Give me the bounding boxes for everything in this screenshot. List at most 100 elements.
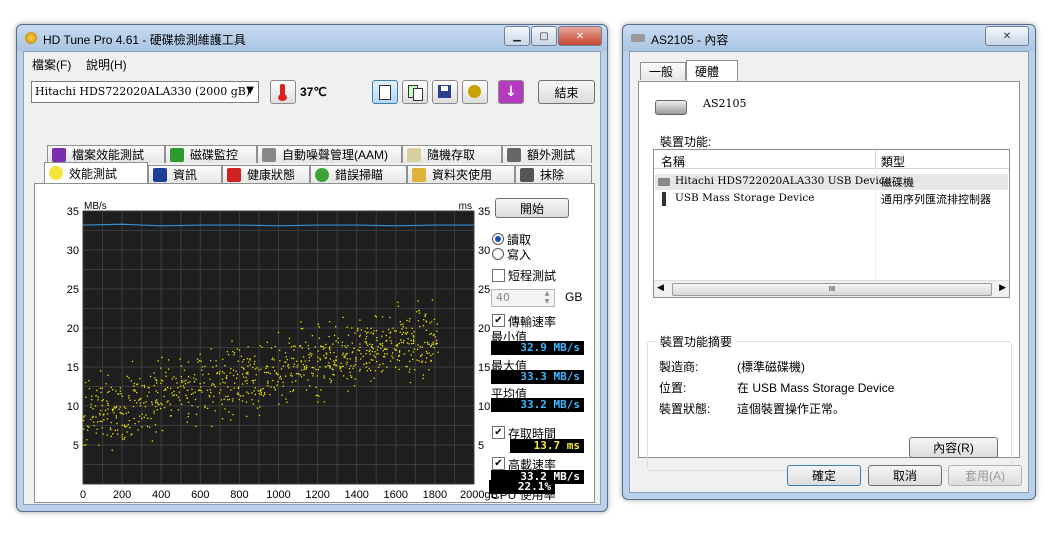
transfer-rate-checkbox[interactable]: ✔ <box>492 314 505 327</box>
scatter-point <box>245 376 247 379</box>
list-row-selected[interactable]: Hitachi HDS722020ALA330 USB Device 磁碟機 <box>655 174 1008 190</box>
scatter-point <box>183 387 185 389</box>
scatter-point <box>95 395 97 397</box>
scatter-point <box>351 351 353 354</box>
scatter-point <box>101 420 103 423</box>
scatter-point <box>303 365 306 368</box>
min-value: 32.9 MB/s <box>491 341 584 355</box>
scatter-point <box>203 382 205 384</box>
scatter-point <box>320 389 322 391</box>
scatter-point <box>278 403 280 405</box>
scatter-point <box>263 371 266 374</box>
scatter-point <box>260 388 262 391</box>
tab-info[interactable]: 資訊 <box>148 165 222 183</box>
scatter-point <box>119 406 121 408</box>
save-icon[interactable] <box>432 80 458 104</box>
scroll-right-icon[interactable]: ▶ <box>999 283 1006 293</box>
scatter-point <box>413 336 415 338</box>
copy-all-icon[interactable] <box>402 80 428 104</box>
drive-select[interactable]: Hitachi HDS722020ALA330 (2000 gB) ▼ <box>31 81 259 103</box>
scatter-point <box>409 368 411 370</box>
scatter-point <box>412 351 414 353</box>
scatter-point <box>346 358 349 360</box>
y-tick-right: 15 <box>478 362 490 374</box>
exit-button[interactable]: 結束 <box>538 80 595 104</box>
scatter-point <box>220 399 223 401</box>
device-function-list[interactable]: 名稱 類型 Hitachi HDS722020ALA330 USB Device… <box>653 149 1010 298</box>
thermometer-icon[interactable] <box>270 80 296 104</box>
start-button[interactable]: 開始 <box>495 198 569 218</box>
short-test-checkbox[interactable] <box>492 269 505 282</box>
tab-health[interactable]: 健康狀態 <box>222 165 310 183</box>
download-icon[interactable]: ↓ <box>498 80 524 104</box>
tab-disk-monitor[interactable]: 磁碟監控 <box>165 145 257 163</box>
scatter-point <box>359 343 361 345</box>
scatter-point <box>280 378 283 380</box>
horizontal-scrollbar[interactable]: ◀ III ▶ <box>654 280 1009 297</box>
tab-error-scan[interactable]: 錯誤掃瞄 <box>310 165 407 183</box>
tab-general[interactable]: 一般 <box>640 62 686 80</box>
spinner-arrows-icon[interactable]: ▲ ▼ <box>541 290 553 306</box>
scatter-point <box>212 401 214 403</box>
scatter-point <box>372 348 374 350</box>
column-type[interactable]: 類型 <box>881 153 905 170</box>
minimize-button[interactable]: ▁ <box>504 26 530 46</box>
scatter-point <box>273 359 275 361</box>
scatter-point <box>335 340 337 342</box>
tab-erase[interactable]: 抹除 <box>515 165 592 183</box>
hdtune-titlebar[interactable]: HD Tune Pro 4.61 - 硬碟檢測維護工具 ▁ ▢ ✕ <box>17 25 607 51</box>
drive-select-value: Hitachi HDS722020ALA330 (2000 gB) <box>35 85 251 98</box>
scatter-point <box>114 407 117 409</box>
tab-aam[interactable]: 自動噪聲管理(AAM) <box>257 145 402 163</box>
properties-close-button[interactable]: ✕ <box>985 26 1029 46</box>
list-row[interactable]: USB Mass Storage Device 通用序列匯流排控制器 <box>655 191 1008 207</box>
device-properties-button[interactable]: 內容(R) <box>909 437 998 458</box>
scroll-left-icon[interactable]: ◀ <box>657 283 664 293</box>
menu-file[interactable]: 檔案(F) <box>32 56 71 73</box>
cancel-button[interactable]: 取消 <box>868 465 942 486</box>
scatter-point <box>95 432 97 434</box>
avg-value: 33.2 MB/s <box>491 398 584 412</box>
scatter-point <box>198 359 201 362</box>
y-tick-right: 25 <box>478 284 490 296</box>
scatter-point <box>435 342 437 344</box>
hard-disk-icon <box>658 178 670 186</box>
scatter-point <box>359 370 361 372</box>
copy-info-icon[interactable] <box>372 80 398 104</box>
scatter-point <box>231 400 234 402</box>
short-test-size-input[interactable]: 40 ▲ ▼ <box>491 289 555 307</box>
menu-help[interactable]: 說明(H) <box>86 56 127 73</box>
access-time-checkbox[interactable]: ✔ <box>492 426 505 439</box>
scatter-point <box>360 358 362 360</box>
tab-extra-tests[interactable]: 額外測試 <box>502 145 592 163</box>
scatter-point <box>341 365 343 368</box>
tab-random-access[interactable]: 隨機存取 <box>402 145 502 163</box>
hdtune-title: HD Tune Pro 4.61 - 硬碟檢測維護工具 <box>43 33 246 47</box>
manufacturer-value: (標準磁碟機) <box>737 360 805 374</box>
ok-button[interactable]: 確定 <box>787 465 861 486</box>
column-name[interactable]: 名稱 <box>661 153 685 170</box>
scatter-point <box>135 402 138 404</box>
scatter-point <box>374 351 376 353</box>
scatter-point <box>249 358 251 360</box>
read-radio[interactable] <box>492 233 504 245</box>
close-button[interactable]: ✕ <box>558 26 602 46</box>
write-radio[interactable] <box>492 248 504 260</box>
burst-rate-checkbox[interactable]: ✔ <box>492 457 505 470</box>
tab-benchmark[interactable]: 效能測試 <box>44 162 148 183</box>
properties-titlebar[interactable]: AS2105 - 內容 ✕ <box>623 25 1035 51</box>
scatter-point <box>103 413 105 415</box>
tab-folder-usage[interactable]: 資料夾使用 <box>407 165 515 183</box>
chevron-down-icon[interactable]: ▼ <box>246 85 254 96</box>
tab-file-benchmark[interactable]: 檔案效能測試 <box>47 145 165 163</box>
options-icon[interactable] <box>462 80 488 104</box>
apply-button[interactable]: 套用(A) <box>948 465 1022 486</box>
tab-hardware[interactable]: 硬體 <box>686 60 738 81</box>
maximize-button[interactable]: ▢ <box>531 26 557 46</box>
scatter-point <box>262 395 265 397</box>
scatter-point <box>97 396 99 398</box>
scatter-point <box>266 365 269 368</box>
scatter-point <box>433 318 436 321</box>
scroll-thumb[interactable]: III <box>672 283 992 296</box>
scatter-point <box>207 373 210 375</box>
